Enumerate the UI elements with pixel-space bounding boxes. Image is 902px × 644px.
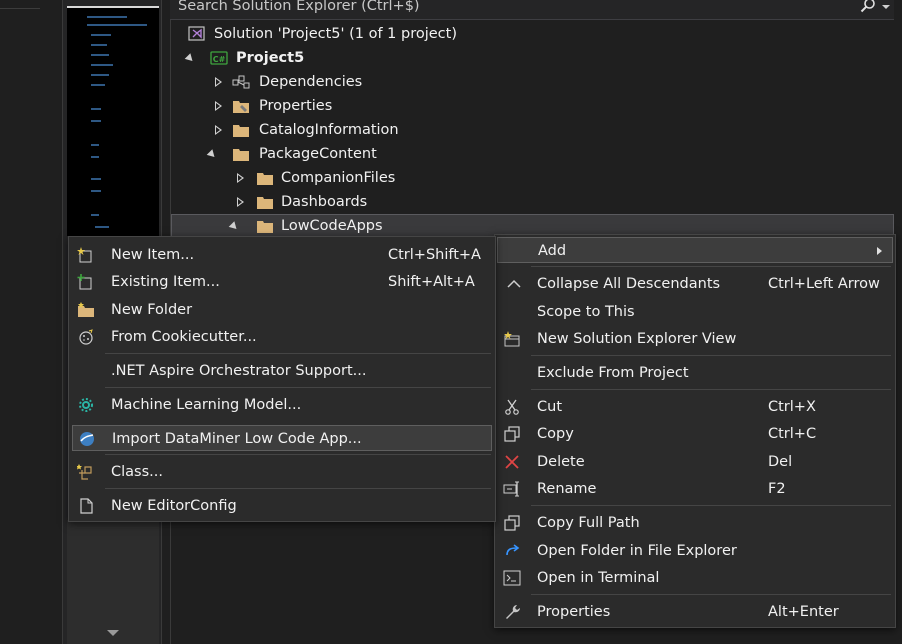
menu-item-new-editorconfig[interactable]: New EditorConfig: [69, 493, 495, 519]
terminal-icon: [503, 570, 521, 586]
menu-separator: [531, 389, 891, 390]
menu-separator: [105, 387, 491, 388]
dataminer-icon: [80, 432, 94, 446]
rename-icon: [503, 481, 519, 497]
csharp-project-icon: C#: [210, 51, 228, 65]
cut-icon: [505, 399, 519, 415]
wrench-icon: [506, 605, 520, 619]
menu-separator: [531, 355, 891, 356]
dependencies-icon: [232, 75, 250, 89]
menu-item-open-in-terminal[interactable]: Open in Terminal: [495, 565, 895, 591]
collapsed-arrow-icon[interactable]: [215, 101, 222, 111]
menu-item-new-solution-explorer-view[interactable]: New Solution Explorer View: [495, 326, 895, 352]
svg-text:C#: C#: [213, 55, 226, 64]
menu-separator: [531, 505, 891, 506]
open-folder-arrow-icon: [506, 544, 520, 556]
search-options-dropdown-icon[interactable]: [882, 5, 890, 9]
search-icon[interactable]: [860, 0, 876, 13]
new-folder-icon: [78, 302, 94, 317]
menu-item-cut[interactable]: Cut Ctrl+X: [495, 394, 895, 420]
delete-icon: [505, 455, 519, 469]
new-view-icon: [504, 331, 520, 347]
solution-explorer-search[interactable]: Search Solution Explorer (Ctrl+$): [170, 0, 894, 20]
menu-item-copy[interactable]: Copy Ctrl+C: [495, 421, 895, 447]
menu-item-rename[interactable]: Rename F2: [495, 476, 895, 502]
menu-item-collapse-all[interactable]: Collapse All Descendants Ctrl+Left Arrow: [495, 271, 895, 297]
menu-item-machine-learning-model[interactable]: Machine Learning Model...: [69, 392, 495, 418]
menu-item-import-dataminer-low-code-app[interactable]: Import DataMiner Low Code App...: [72, 425, 492, 451]
scroll-down-arrow-icon[interactable]: [107, 630, 119, 636]
code-minimap[interactable]: [67, 6, 159, 236]
solution-icon: [188, 26, 205, 41]
folder-icon: [257, 173, 273, 185]
collapsed-arrow-icon[interactable]: [237, 173, 244, 183]
folder-open-icon: [233, 149, 249, 161]
menu-item-new-folder[interactable]: New Folder: [69, 297, 495, 323]
new-item-icon: [77, 247, 92, 263]
menu-separator: [105, 454, 491, 455]
menu-item-exclude-from-project[interactable]: Exclude From Project: [495, 360, 895, 386]
cookiecutter-icon: [79, 329, 93, 345]
menu-separator: [531, 266, 891, 267]
copy-icon: [504, 426, 520, 442]
menu-item-properties[interactable]: Properties Alt+Enter: [495, 599, 895, 625]
menu-item-new-item[interactable]: New Item... Ctrl+Shift+A: [69, 242, 495, 268]
menu-item-aspire-orchestrator[interactable]: .NET Aspire Orchestrator Support...: [69, 358, 495, 384]
submenu-arrow-icon: [877, 247, 882, 255]
menu-item-existing-item[interactable]: Existing Item... Shift+Alt+A: [69, 269, 495, 295]
collapsed-arrow-icon[interactable]: [215, 125, 222, 135]
context-menu: Add Collapse All Descendants Ctrl+Left A…: [494, 234, 896, 628]
minimap-track: [67, 520, 159, 644]
search-placeholder: Search Solution Explorer (Ctrl+$): [178, 0, 420, 14]
folder-open-icon: [257, 221, 273, 233]
collapsed-arrow-icon[interactable]: [215, 77, 222, 87]
folder-icon: [257, 197, 273, 209]
properties-folder-icon: [233, 101, 249, 113]
collapse-chevron-icon: [507, 279, 521, 288]
collapsed-arrow-icon[interactable]: [237, 197, 244, 207]
machine-learning-icon: [79, 398, 93, 412]
menu-separator: [105, 353, 491, 354]
editorconfig-file-icon: [80, 498, 93, 514]
menu-item-class[interactable]: Class...: [69, 459, 495, 485]
menu-item-add[interactable]: Add: [497, 237, 893, 263]
add-submenu: New Item... Ctrl+Shift+A Existing Item..…: [68, 236, 496, 522]
menu-item-from-cookiecutter[interactable]: From Cookiecutter...: [69, 324, 495, 350]
editor-margin: [0, 0, 62, 644]
folder-icon: [233, 125, 249, 137]
menu-item-copy-full-path[interactable]: Copy Full Path: [495, 510, 895, 536]
class-icon: [77, 464, 92, 480]
menu-item-open-folder-in-file-explorer[interactable]: Open Folder in File Explorer: [495, 538, 895, 564]
copy-path-icon: [504, 515, 520, 531]
existing-item-icon: [77, 274, 92, 290]
menu-item-delete[interactable]: Delete Del: [495, 449, 895, 475]
menu-separator: [531, 594, 891, 595]
menu-item-scope-to-this[interactable]: Scope to This: [495, 299, 895, 325]
menu-separator: [105, 488, 491, 489]
